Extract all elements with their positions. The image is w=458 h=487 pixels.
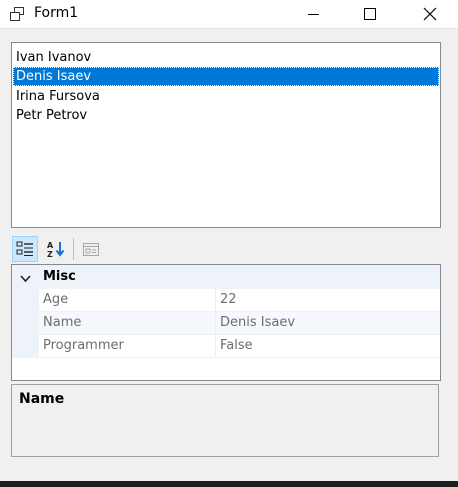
list-item[interactable]: Ivan Ivanov xyxy=(13,48,439,67)
minimize-icon xyxy=(308,14,319,15)
employee-listbox[interactable]: Ivan Ivanov Denis Isaev Irina Fursova Pe… xyxy=(11,42,441,228)
grid-margin xyxy=(12,289,39,358)
property-value[interactable]: Denis Isaev xyxy=(220,315,295,330)
column-divider[interactable] xyxy=(215,335,216,358)
property-row-age[interactable]: Age 22 xyxy=(39,289,440,312)
categorized-icon xyxy=(16,241,33,256)
svg-text:Z: Z xyxy=(47,250,53,258)
column-divider[interactable] xyxy=(215,289,216,312)
svg-text:A: A xyxy=(47,241,54,250)
property-pages-icon xyxy=(83,243,99,256)
close-icon xyxy=(423,7,437,21)
description-title: Name xyxy=(19,391,65,407)
maximize-icon xyxy=(364,8,376,20)
list-item[interactable]: Irina Fursova xyxy=(13,87,439,106)
column-divider[interactable] xyxy=(215,312,216,335)
propertygrid-toolbar: A Z xyxy=(12,236,442,262)
description-pane: Name xyxy=(11,384,439,457)
categorized-button[interactable] xyxy=(12,236,38,262)
chevron-down-icon[interactable] xyxy=(20,272,31,287)
property-row-name[interactable]: Name Denis Isaev xyxy=(39,312,440,335)
property-value[interactable]: False xyxy=(220,338,253,353)
close-button[interactable] xyxy=(407,0,453,28)
property-name: Programmer xyxy=(43,338,124,353)
property-value[interactable]: 22 xyxy=(220,292,237,307)
window-title: Form1 xyxy=(34,5,79,21)
title-bar: Form1 xyxy=(0,0,458,29)
app-icon xyxy=(9,6,25,22)
property-row-programmer[interactable]: Programmer False xyxy=(39,335,440,358)
property-grid[interactable]: Misc Age 22 Name Denis Isaev Programmer … xyxy=(11,264,441,381)
taskbar-edge xyxy=(0,481,458,487)
alphabetical-icon: A Z xyxy=(47,241,65,258)
category-row-misc[interactable]: Misc xyxy=(12,265,440,289)
minimize-button[interactable] xyxy=(291,0,337,28)
property-name: Age xyxy=(43,292,69,307)
property-pages-button[interactable] xyxy=(78,236,104,262)
alphabetical-button[interactable]: A Z xyxy=(43,236,69,262)
list-item[interactable]: Petr Petrov xyxy=(13,106,439,125)
maximize-button[interactable] xyxy=(347,0,393,28)
property-name: Name xyxy=(43,315,82,330)
category-label: Misc xyxy=(43,269,76,284)
toolbar-separator xyxy=(73,238,74,260)
list-item-selected[interactable]: Denis Isaev xyxy=(13,67,439,86)
